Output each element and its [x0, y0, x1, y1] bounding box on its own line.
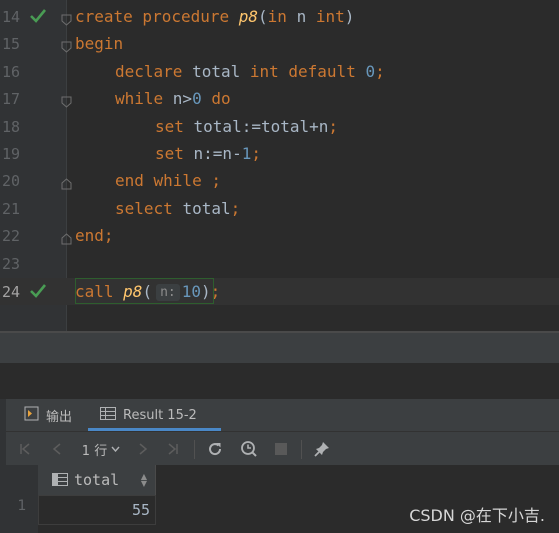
- fold-icon[interactable]: [61, 93, 72, 108]
- row-number: 1: [17, 498, 27, 514]
- stop-icon[interactable]: [270, 432, 292, 466]
- statement-highlight: [75, 278, 214, 304]
- panel-spacer: [0, 363, 559, 399]
- code-line-20[interactable]: 20 end while ;: [0, 167, 559, 194]
- line-number: 23: [1, 254, 20, 273]
- code-text: declare total int default 0;: [115, 61, 385, 81]
- tab-output[interactable]: 输出: [24, 399, 72, 431]
- code-text: set n:=n-1;: [155, 144, 261, 163]
- code-line-18[interactable]: 18 set total:=total+n;: [0, 113, 559, 140]
- line-number: 21: [1, 199, 20, 218]
- code-line-19[interactable]: 19 set n:=n-1;: [0, 140, 559, 167]
- page-size-label: 1 行: [81, 443, 108, 459]
- line-number: 14: [1, 8, 20, 26]
- column-name: total: [74, 471, 120, 489]
- refresh-icon[interactable]: [204, 432, 226, 466]
- panel-left-edge: [0, 399, 6, 533]
- last-page-icon[interactable]: [162, 432, 184, 466]
- line-number: 15: [1, 35, 20, 54]
- code-text: select total;: [115, 198, 241, 218]
- services-strip: [0, 333, 559, 363]
- first-page-icon[interactable]: [14, 432, 36, 466]
- line-number: 19: [1, 145, 20, 163]
- next-page-icon[interactable]: [132, 432, 154, 466]
- code-line-17[interactable]: 17 while n>0 do: [0, 85, 559, 112]
- fold-end-icon[interactable]: [61, 175, 72, 190]
- code-text: end;: [75, 226, 114, 246]
- line-number: 22: [1, 227, 20, 246]
- toolbar-separator: [194, 440, 195, 459]
- line-number: 24: [1, 283, 20, 301]
- code-line-14[interactable]: 14 create procedure p8(in n int): [0, 3, 559, 30]
- code-line-22[interactable]: 22 end;: [0, 222, 559, 249]
- check-icon: [28, 282, 48, 300]
- page-size-dropdown[interactable]: 1 行: [78, 432, 124, 466]
- results-tabbar: 输出 Result 15-2: [0, 399, 559, 431]
- column-icon: [52, 471, 68, 490]
- pin-icon[interactable]: [310, 432, 334, 466]
- fold-icon[interactable]: [61, 11, 72, 26]
- table-cell[interactable]: 55: [38, 495, 156, 525]
- code-text: begin: [75, 34, 124, 54]
- table-icon: [100, 406, 116, 424]
- code-text: while n>0 do: [115, 89, 231, 109]
- code-line-21[interactable]: 21 select total;: [0, 195, 559, 222]
- tab-result[interactable]: Result 15-2: [100, 399, 197, 431]
- watermark: CSDN @在下小吉.: [409, 506, 545, 525]
- fold-icon[interactable]: [61, 38, 72, 54]
- line-number: 18: [1, 117, 20, 136]
- code-text: create procedure p8(in n int): [75, 7, 355, 26]
- code-text: set total:=total+n;: [155, 116, 339, 136]
- code-line-23[interactable]: 23: [0, 250, 559, 277]
- code-line-15[interactable]: 15 begin: [0, 30, 559, 57]
- toolbar-separator: [301, 440, 302, 459]
- sort-icon[interactable]: ▲ ▼: [141, 473, 147, 488]
- tab-result-label: Result 15-2: [123, 407, 197, 423]
- console-icon: [24, 406, 39, 425]
- code-line-16[interactable]: 16 declare total int default 0;: [0, 58, 559, 85]
- fold-end-icon[interactable]: [61, 230, 72, 245]
- column-header-total[interactable]: total ▲ ▼: [38, 465, 156, 495]
- line-number: 20: [1, 172, 20, 191]
- results-toolbar: t 1 行: [0, 431, 559, 465]
- prev-page-icon[interactable]: [46, 432, 68, 466]
- line-number: 16: [1, 62, 20, 81]
- history-icon[interactable]: [237, 432, 261, 466]
- chevron-down-icon: [111, 446, 120, 452]
- code-text: end while ;: [115, 171, 221, 191]
- line-number: 17: [1, 90, 20, 109]
- sql-editor[interactable]: 14 create procedure p8(in n int) 15 begi…: [0, 0, 559, 331]
- tab-output-label: 输出: [46, 409, 73, 425]
- check-icon: [28, 7, 48, 25]
